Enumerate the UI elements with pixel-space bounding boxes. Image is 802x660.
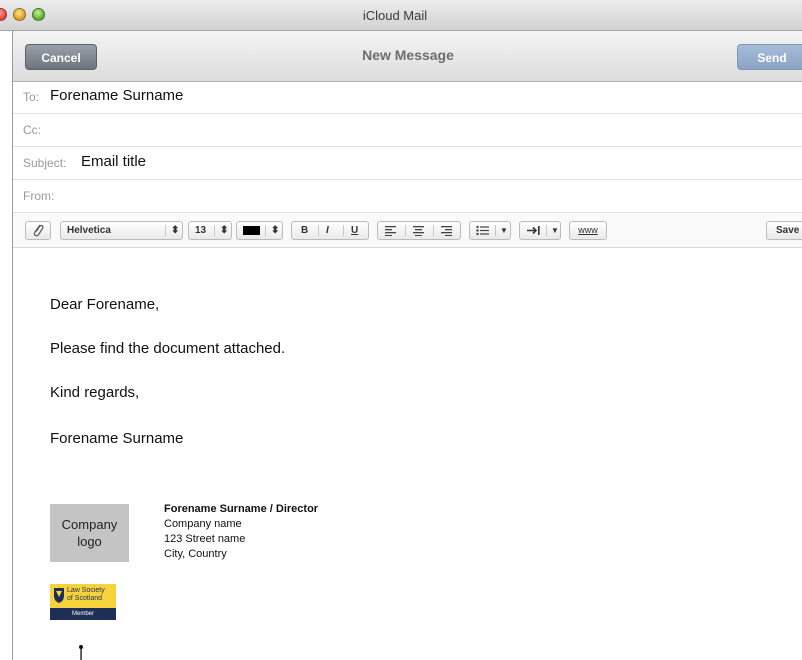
sender-text: Forename Surname <box>50 430 184 447</box>
to-field[interactable]: To: Forename Surname <box>13 81 802 114</box>
compose-toolbar: Cancel New Message Send <box>13 31 802 82</box>
subject-value[interactable]: Email title <box>81 153 146 170</box>
greeting-text: Dear Forename, <box>50 296 160 313</box>
attach-button[interactable] <box>25 221 51 240</box>
font-select-value: Helvetica <box>67 225 111 236</box>
text-cursor-icon <box>79 645 83 660</box>
bold-button[interactable]: B <box>301 222 308 239</box>
window-title: iCloud Mail <box>362 8 428 23</box>
indent-select[interactable]: ▼ <box>519 221 561 240</box>
send-button[interactable]: Send <box>737 44 802 70</box>
select-arrows-icon: ⬍ <box>171 225 180 236</box>
badge-top: Law Society of Scotland <box>50 584 116 608</box>
underline-button[interactable]: U <box>351 222 358 239</box>
law-society-badge: Law Society of Scotland Member <box>50 584 116 620</box>
style-buttons: B I U <box>291 221 369 240</box>
italic-button[interactable]: I <box>326 222 329 239</box>
insert-link-button[interactable]: www <box>569 221 607 240</box>
text-color-select[interactable]: ⬍ <box>236 221 283 240</box>
company-logo-text: Company logo <box>61 517 118 549</box>
from-label: From: <box>23 189 55 203</box>
crest-icon <box>54 588 64 603</box>
format-bar: Helvetica ⬍ 13 ⬍ ⬍ B I U ▼ ▼ www Save <box>13 213 802 248</box>
font-size-select[interactable]: 13 ⬍ <box>188 221 232 240</box>
signature-street: 123 Street name <box>164 533 246 545</box>
align-left-icon[interactable] <box>385 225 397 236</box>
compose-heading: New Message <box>362 47 454 63</box>
list-select[interactable]: ▼ <box>469 221 511 240</box>
message-body[interactable]: Dear Forename, Please find the document … <box>13 248 802 660</box>
to-label: To: <box>23 90 40 104</box>
badge-line-1: Law Society <box>67 587 105 594</box>
color-swatch <box>243 226 260 235</box>
cc-label: Cc: <box>23 123 41 137</box>
closing-text: Kind regards, <box>50 384 140 401</box>
subject-label: Subject: <box>23 156 67 170</box>
chevron-down-icon: ▼ <box>551 226 559 235</box>
title-bar[interactable]: iCloud Mail <box>0 0 802 31</box>
align-right-icon[interactable] <box>441 225 453 236</box>
cc-field[interactable]: Cc: <box>13 114 802 147</box>
badge-line-2: of Scotland <box>67 595 103 602</box>
list-icon <box>476 225 489 236</box>
save-draft-button[interactable]: Save <box>766 221 802 240</box>
to-value[interactable]: Forename Surname <box>50 87 183 104</box>
paperclip-icon <box>33 224 44 237</box>
subject-field[interactable]: Subject: Email title <box>13 147 802 180</box>
badge-member: Member <box>50 608 116 620</box>
indent-icon <box>527 226 540 235</box>
company-logo: Company logo <box>50 504 129 562</box>
body-text: Please find the document attached. <box>50 340 286 357</box>
signature-company: Company name <box>164 518 242 530</box>
font-select[interactable]: Helvetica ⬍ <box>60 221 183 240</box>
from-field[interactable]: From: <box>13 180 802 213</box>
align-center-icon[interactable] <box>413 225 425 236</box>
select-arrows-icon: ⬍ <box>220 225 229 236</box>
chevron-down-icon: ▼ <box>500 226 508 235</box>
signature-city: City, Country <box>164 548 227 560</box>
select-arrows-icon: ⬍ <box>271 225 280 236</box>
signature-block: Forename Surname / Director Company name… <box>164 502 318 562</box>
signature-divider: / <box>269 503 273 515</box>
align-buttons <box>377 221 461 240</box>
mail-window: Cancel New Message Send To: Forename Sur… <box>12 0 802 660</box>
font-size-value: 13 <box>195 225 207 236</box>
signature-name: Forename Surname <box>164 503 267 515</box>
signature-role: Director <box>275 503 319 515</box>
